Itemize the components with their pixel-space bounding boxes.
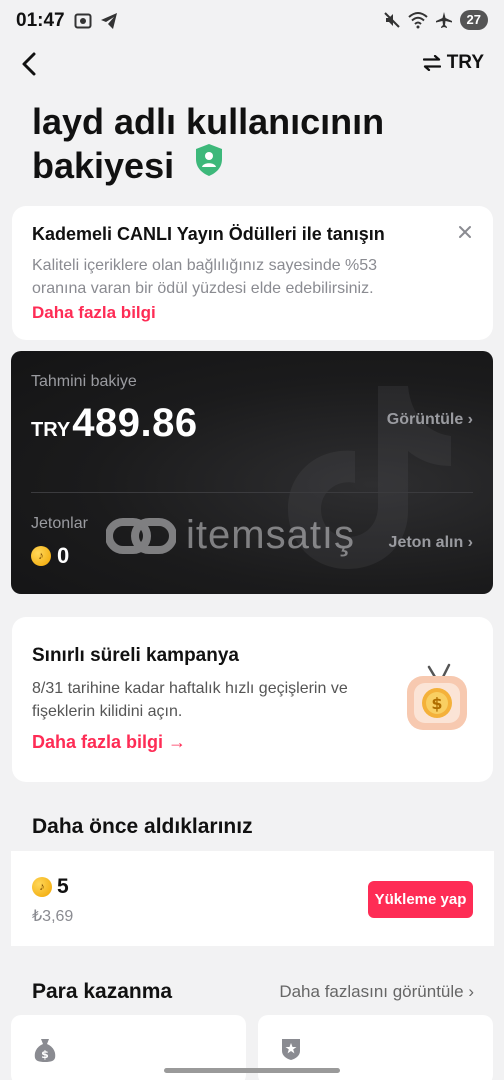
mute-icon (383, 12, 400, 28)
tiered-rewards-card: Kademeli CANLI Yayın Ödülleri ile tanışı… (12, 206, 493, 340)
status-right-icons: 27 (383, 10, 488, 30)
watermark-text: itemsatış (186, 513, 356, 557)
screen-record-icon (74, 13, 92, 29)
balance-divider (31, 492, 473, 493)
status-bar: 01:47 27 (0, 0, 504, 44)
coins-count: 0 (57, 543, 70, 568)
promo-learn-more-link[interactable]: Daha fazla bilgi (32, 303, 156, 323)
promo-close-button[interactable] (457, 224, 473, 240)
previous-purchases-title: Daha önce aldıklarınız (32, 815, 253, 838)
watermark-logo-icon (106, 517, 176, 554)
battery-badge: 27 (459, 10, 488, 30)
airplane-icon (435, 12, 452, 28)
home-indicator[interactable] (164, 1068, 340, 1073)
view-balance-link[interactable]: Görüntüle › (387, 411, 473, 429)
limited-campaign-card: Sınırlı süreli kampanya 8/31 tarihine ka… (12, 617, 493, 782)
back-arrow-icon (22, 52, 36, 76)
coins-balance: ♪ 0 (31, 543, 69, 569)
coins-label: Jetonlar (31, 515, 88, 532)
badge-star-icon (282, 1039, 300, 1060)
coin-icon: ♪ (32, 877, 52, 897)
svg-text:$: $ (431, 694, 442, 713)
close-icon (459, 226, 471, 238)
status-left-icons (74, 12, 118, 30)
coin-icon: ♪ (31, 546, 51, 566)
currency-switch-button[interactable]: TRY (422, 52, 484, 74)
promo-description: Kaliteli içeriklere olan bağlılığınız sa… (32, 257, 378, 297)
wifi-icon (407, 12, 428, 29)
money-bag-icon: $ (34, 1039, 56, 1062)
back-button[interactable] (16, 50, 44, 78)
telegram-icon (101, 13, 117, 29)
previous-coins: ♪ 5 (32, 875, 69, 899)
svg-text:$: $ (41, 1048, 49, 1061)
campaign-title: Sınırlı süreli kampanya (32, 645, 239, 666)
earn-money-title: Para kazanma (32, 980, 173, 1003)
campaign-description: 8/31 tarihine kadar haftalık hızlı geçiş… (32, 680, 348, 720)
balance-value: 489.86 (72, 401, 198, 445)
watermark: itemsatış (106, 513, 355, 558)
balance-amount: TRY 489.86 (31, 401, 198, 446)
tv-coin-icon: $ (407, 663, 467, 730)
campaign-learn-more-link[interactable]: Daha fazla bilgi → (32, 732, 186, 753)
swap-icon (422, 55, 441, 71)
page-title: layd adlı kullanıcının bakiyesi (32, 100, 452, 188)
currency-label: TRY (446, 52, 484, 73)
verified-shield-icon (194, 143, 224, 187)
previous-coins-count: 5 (57, 875, 69, 898)
estimated-balance-label: Tahmini bakiye (31, 373, 137, 390)
previous-price: ₺3,69 (32, 908, 74, 925)
promo-title: Kademeli CANLI Yayın Ödülleri ile tanışı… (32, 224, 385, 244)
balance-currency: TRY (31, 419, 71, 441)
get-coins-link[interactable]: Jeton alın › (389, 534, 473, 552)
balance-card: Tahmini bakiye TRY 489.86 Görüntüle › Je… (11, 351, 493, 594)
earn-view-more-link[interactable]: Daha fazlasını görüntüle › (279, 982, 474, 1002)
status-time: 01:47 (16, 10, 65, 31)
top-up-button[interactable]: Yükleme yap (368, 881, 473, 918)
previous-purchase-item: ♪ 5 ₺3,69 Yükleme yap (11, 851, 494, 946)
